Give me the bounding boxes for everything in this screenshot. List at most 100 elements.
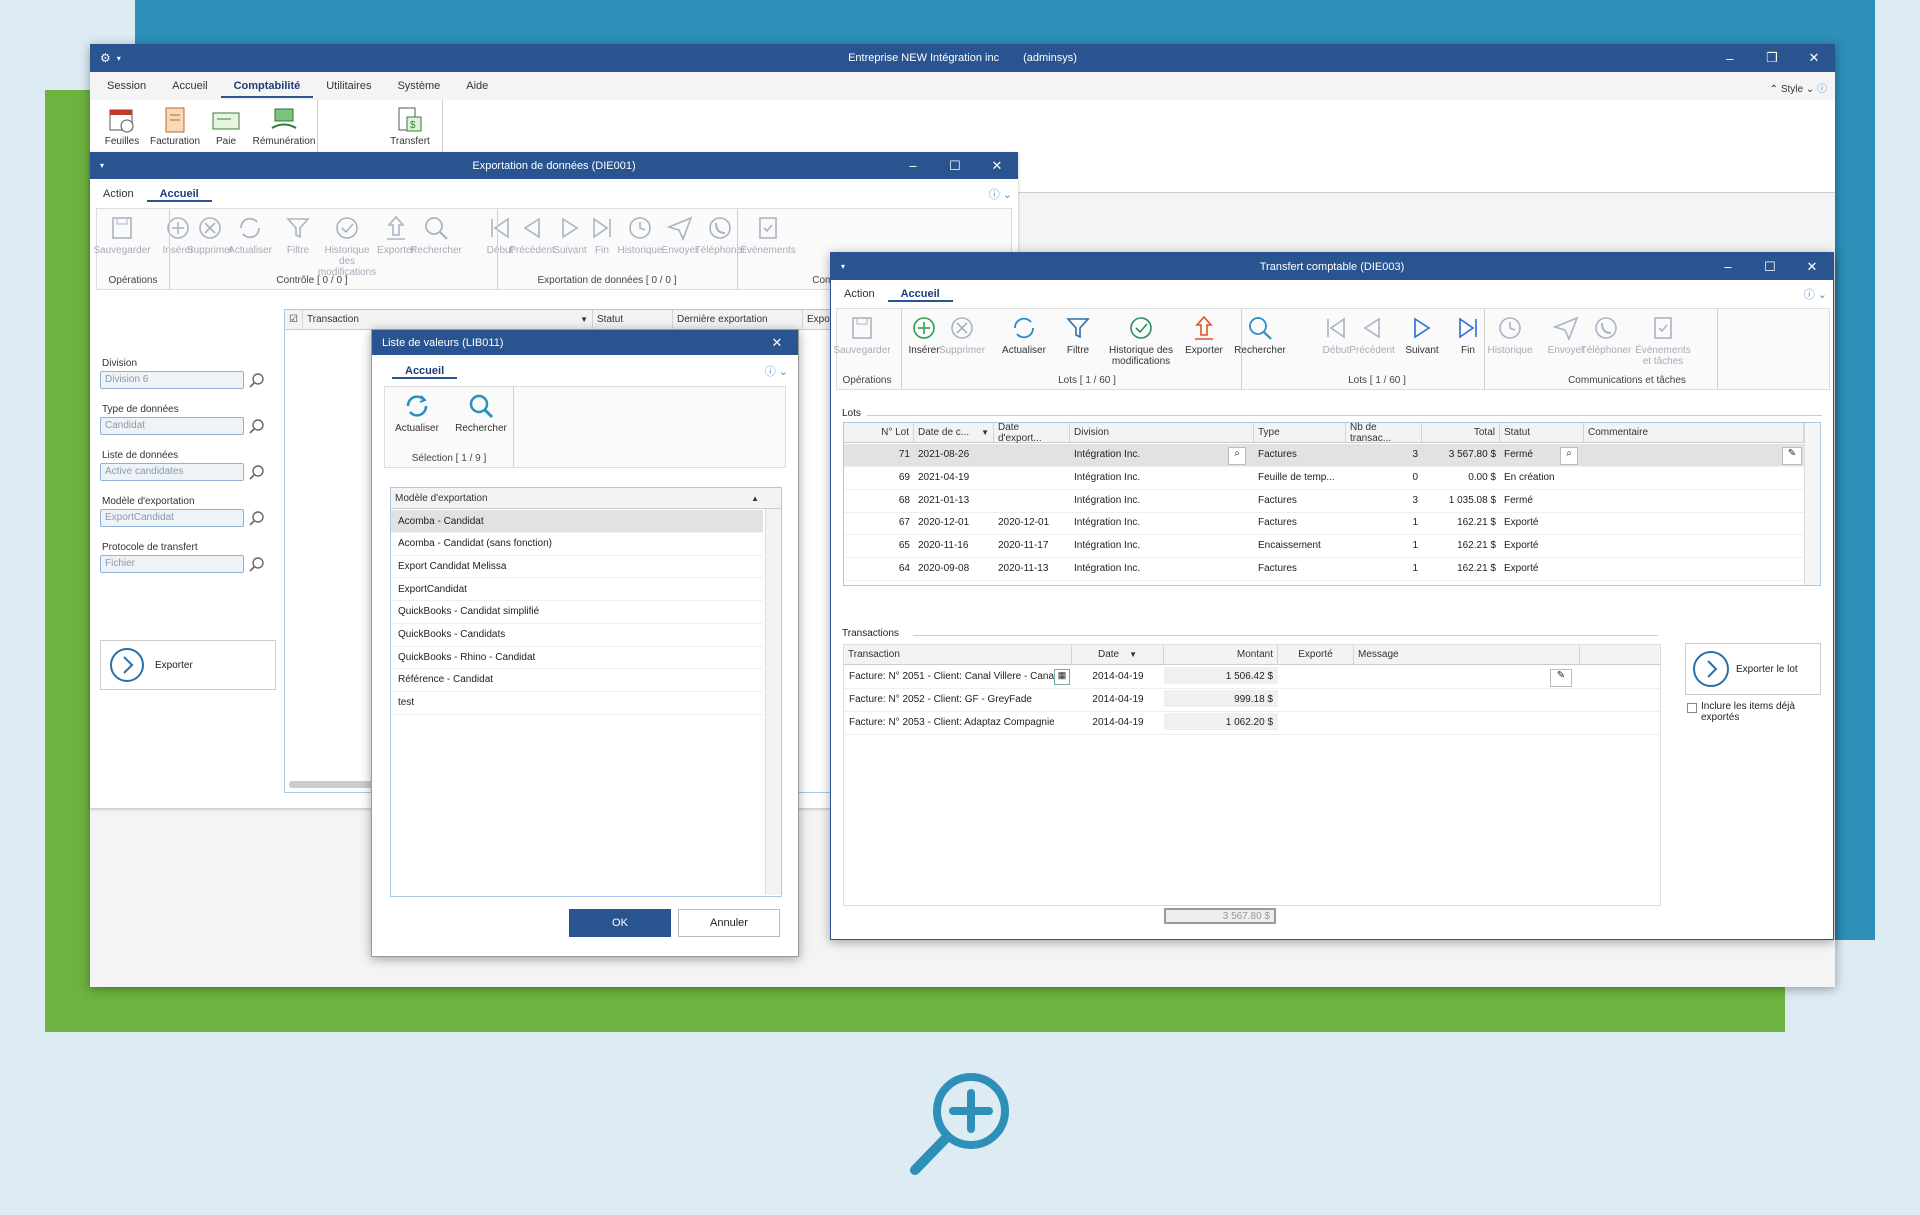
col-message[interactable]: Message [1354, 645, 1580, 664]
table-row[interactable]: 632020-07-062020-07-06Intégration Inc.Fa… [844, 581, 1804, 587]
tab-accueil[interactable]: Accueil [146, 188, 212, 202]
field-input-protocole-de-transfert[interactable]: Fichier [100, 555, 244, 573]
tool-exporter[interactable]: Exporter [1183, 313, 1225, 356]
tool-evenements-et-taches[interactable]: Événements et tâches [1633, 313, 1693, 367]
tab-action[interactable]: Action [90, 188, 147, 202]
table-row[interactable]: 68 2021-01-13 Intégration Inc. Factures 3 1 0… [844, 490, 1804, 513]
col-date-d-export[interactable]: Date d'export... [994, 422, 1070, 444]
tab-action[interactable]: Action [831, 288, 888, 302]
col-commentaire[interactable]: Commentaire [1584, 423, 1804, 442]
ribbon-facturation[interactable]: Facturation [146, 106, 204, 147]
checkbox-box[interactable] [1687, 703, 1697, 713]
help-icon[interactable]: ⓘ ⌄ [765, 363, 788, 379]
tool-rechercher[interactable]: Rechercher [410, 213, 462, 256]
actualiser-button[interactable]: Actualiser [389, 391, 445, 434]
search-icon[interactable] [248, 371, 266, 389]
minimize-icon[interactable]: – [1709, 51, 1751, 66]
menu-aide[interactable]: Aide [453, 80, 501, 98]
maximize-icon[interactable]: ☐ [1749, 259, 1791, 275]
col-derniere-exportation[interactable]: Dernière exportation [673, 310, 803, 329]
tool-historique[interactable]: Historique [1487, 313, 1533, 356]
tab-accueil[interactable]: Accueil [392, 365, 458, 379]
list-item[interactable]: Export Candidat Melissa [391, 555, 763, 579]
search-icon[interactable] [248, 509, 266, 527]
table-row[interactable]: Facture: N° 2053 - Client: Adaptaz Compa… [844, 712, 1660, 735]
gear-icon[interactable]: ⚙ ▾ [100, 44, 121, 72]
zoom-in-icon[interactable] [903, 1067, 1023, 1187]
col-total[interactable]: Total [1422, 423, 1500, 442]
tool-supprimer[interactable]: Supprimer [187, 213, 233, 256]
table-row[interactable]: 71 2021-08-26 Intégration Inc. Factures 3 3 5… [844, 444, 1804, 467]
lov-list-header[interactable]: Modèle d'exportation ▲ [391, 488, 781, 509]
table-row[interactable]: 64 2020-09-08 2020-11-13 Intégration Inc. Fa… [844, 558, 1804, 581]
col-transaction[interactable]: Transaction ▼ [303, 310, 593, 329]
menu-session[interactable]: Session [94, 80, 159, 98]
vertical-scrollbar[interactable] [1804, 423, 1820, 585]
ribbon-transfert[interactable]: $ Transfert [388, 106, 432, 147]
close-icon[interactable]: ✕ [1793, 50, 1835, 66]
search-icon[interactable] [248, 555, 266, 573]
list-item[interactable]: test [391, 692, 763, 715]
include-exported-checkbox[interactable]: Inclure les items déjà exportés [1687, 701, 1827, 723]
cancel-button[interactable]: Annuler [678, 909, 780, 937]
tool-filtre[interactable]: Filtre [277, 213, 319, 256]
quick-access-icon[interactable]: ▾ [841, 253, 845, 280]
search-icon[interactable]: ⌕ [1228, 447, 1246, 465]
tool-telephoner[interactable]: Téléphoner [695, 213, 745, 256]
edit-icon[interactable]: ✎ [1550, 669, 1572, 687]
menu-accueil[interactable]: Accueil [159, 80, 220, 98]
ribbon-remuneration[interactable]: Rémunération [248, 106, 320, 147]
tool-suivant[interactable]: Suivant [1401, 313, 1443, 356]
vertical-scrollbar[interactable] [765, 509, 781, 895]
tool-evenements[interactable]: Événements [740, 213, 796, 256]
close-icon[interactable]: ✕ [976, 158, 1018, 174]
restore-icon[interactable]: ❐ [1751, 50, 1793, 66]
menu-systeme[interactable]: Système [384, 80, 453, 98]
export-button[interactable]: Exporter [100, 640, 276, 690]
menu-comptabilite[interactable]: Comptabilité [220, 80, 314, 98]
ribbon-feuilles[interactable]: Feuilles [104, 106, 140, 147]
tool-fin[interactable]: Fin [1447, 313, 1489, 356]
col-division[interactable]: Division [1070, 423, 1254, 442]
tool-actualiser[interactable]: Actualiser [228, 213, 272, 256]
select-all-checkbox[interactable]: ☑ [285, 310, 303, 329]
minimize-icon[interactable]: – [892, 158, 934, 173]
tool-historique-des-modifications[interactable]: Historique des modifications [1105, 313, 1177, 367]
export-lot-button[interactable]: Exporter le lot [1685, 643, 1821, 695]
rechercher-button[interactable]: Rechercher [451, 391, 511, 434]
close-icon[interactable]: ✕ [1791, 259, 1833, 275]
tool-sauvegarder[interactable]: Sauvegarder [833, 313, 891, 356]
field-input-type-de-donnees[interactable]: Candidat [100, 417, 244, 435]
table-row[interactable]: 67 2020-12-01 2020-12-01 Intégration Inc. Fa… [844, 512, 1804, 536]
list-item[interactable]: QuickBooks - Rhino - Candidat [391, 646, 763, 670]
col-type[interactable]: Type [1254, 423, 1346, 442]
tool-supprimer[interactable]: Supprimer [939, 313, 985, 356]
tool-telephoner[interactable]: Téléphoner [1581, 313, 1631, 356]
list-item[interactable]: Acomba - Candidat (sans fonction) [391, 533, 763, 556]
list-item[interactable]: Acomba - Candidat [391, 510, 763, 533]
minimize-icon[interactable]: – [1707, 259, 1749, 274]
table-row[interactable]: 69 2021-04-19 Intégration Inc. Feuille de t… [844, 467, 1804, 490]
field-input-modele-d-exportation[interactable]: ExportCandidat [100, 509, 244, 527]
help-icon[interactable]: ⓘ ⌄ [1804, 286, 1827, 302]
menu-utilitaires[interactable]: Utilitaires [313, 80, 384, 98]
search-icon[interactable]: ⌕ [1560, 447, 1578, 465]
calendar-icon[interactable]: ▦ [1054, 669, 1070, 685]
list-item[interactable]: QuickBooks - Candidat simplifié [391, 601, 763, 624]
tool-rechercher[interactable]: Rechercher [1234, 313, 1286, 356]
tool-precedent[interactable]: Précédent [1349, 313, 1395, 356]
col-statut[interactable]: Statut [593, 310, 673, 329]
tool-filtre[interactable]: Filtre [1057, 313, 1099, 356]
ok-button[interactable]: OK [569, 909, 671, 937]
tool-actualiser[interactable]: Actualiser [1002, 313, 1046, 356]
col-date[interactable]: Date ▼ [1072, 645, 1164, 664]
search-icon[interactable] [248, 417, 266, 435]
list-item[interactable]: Référence - Candidat [391, 669, 763, 692]
search-icon[interactable] [248, 463, 266, 481]
help-icon[interactable]: ⓘ [1817, 84, 1827, 95]
ribbon-paie[interactable]: Paie [208, 106, 244, 147]
field-input-division[interactable]: Division 6 [100, 371, 244, 389]
style-menu[interactable]: ⌃ Style ⌄ ⓘ [1770, 80, 1827, 95]
list-item[interactable]: QuickBooks - Candidats [391, 624, 763, 647]
col-nb-de-transac[interactable]: Nb de transac... [1346, 422, 1422, 444]
